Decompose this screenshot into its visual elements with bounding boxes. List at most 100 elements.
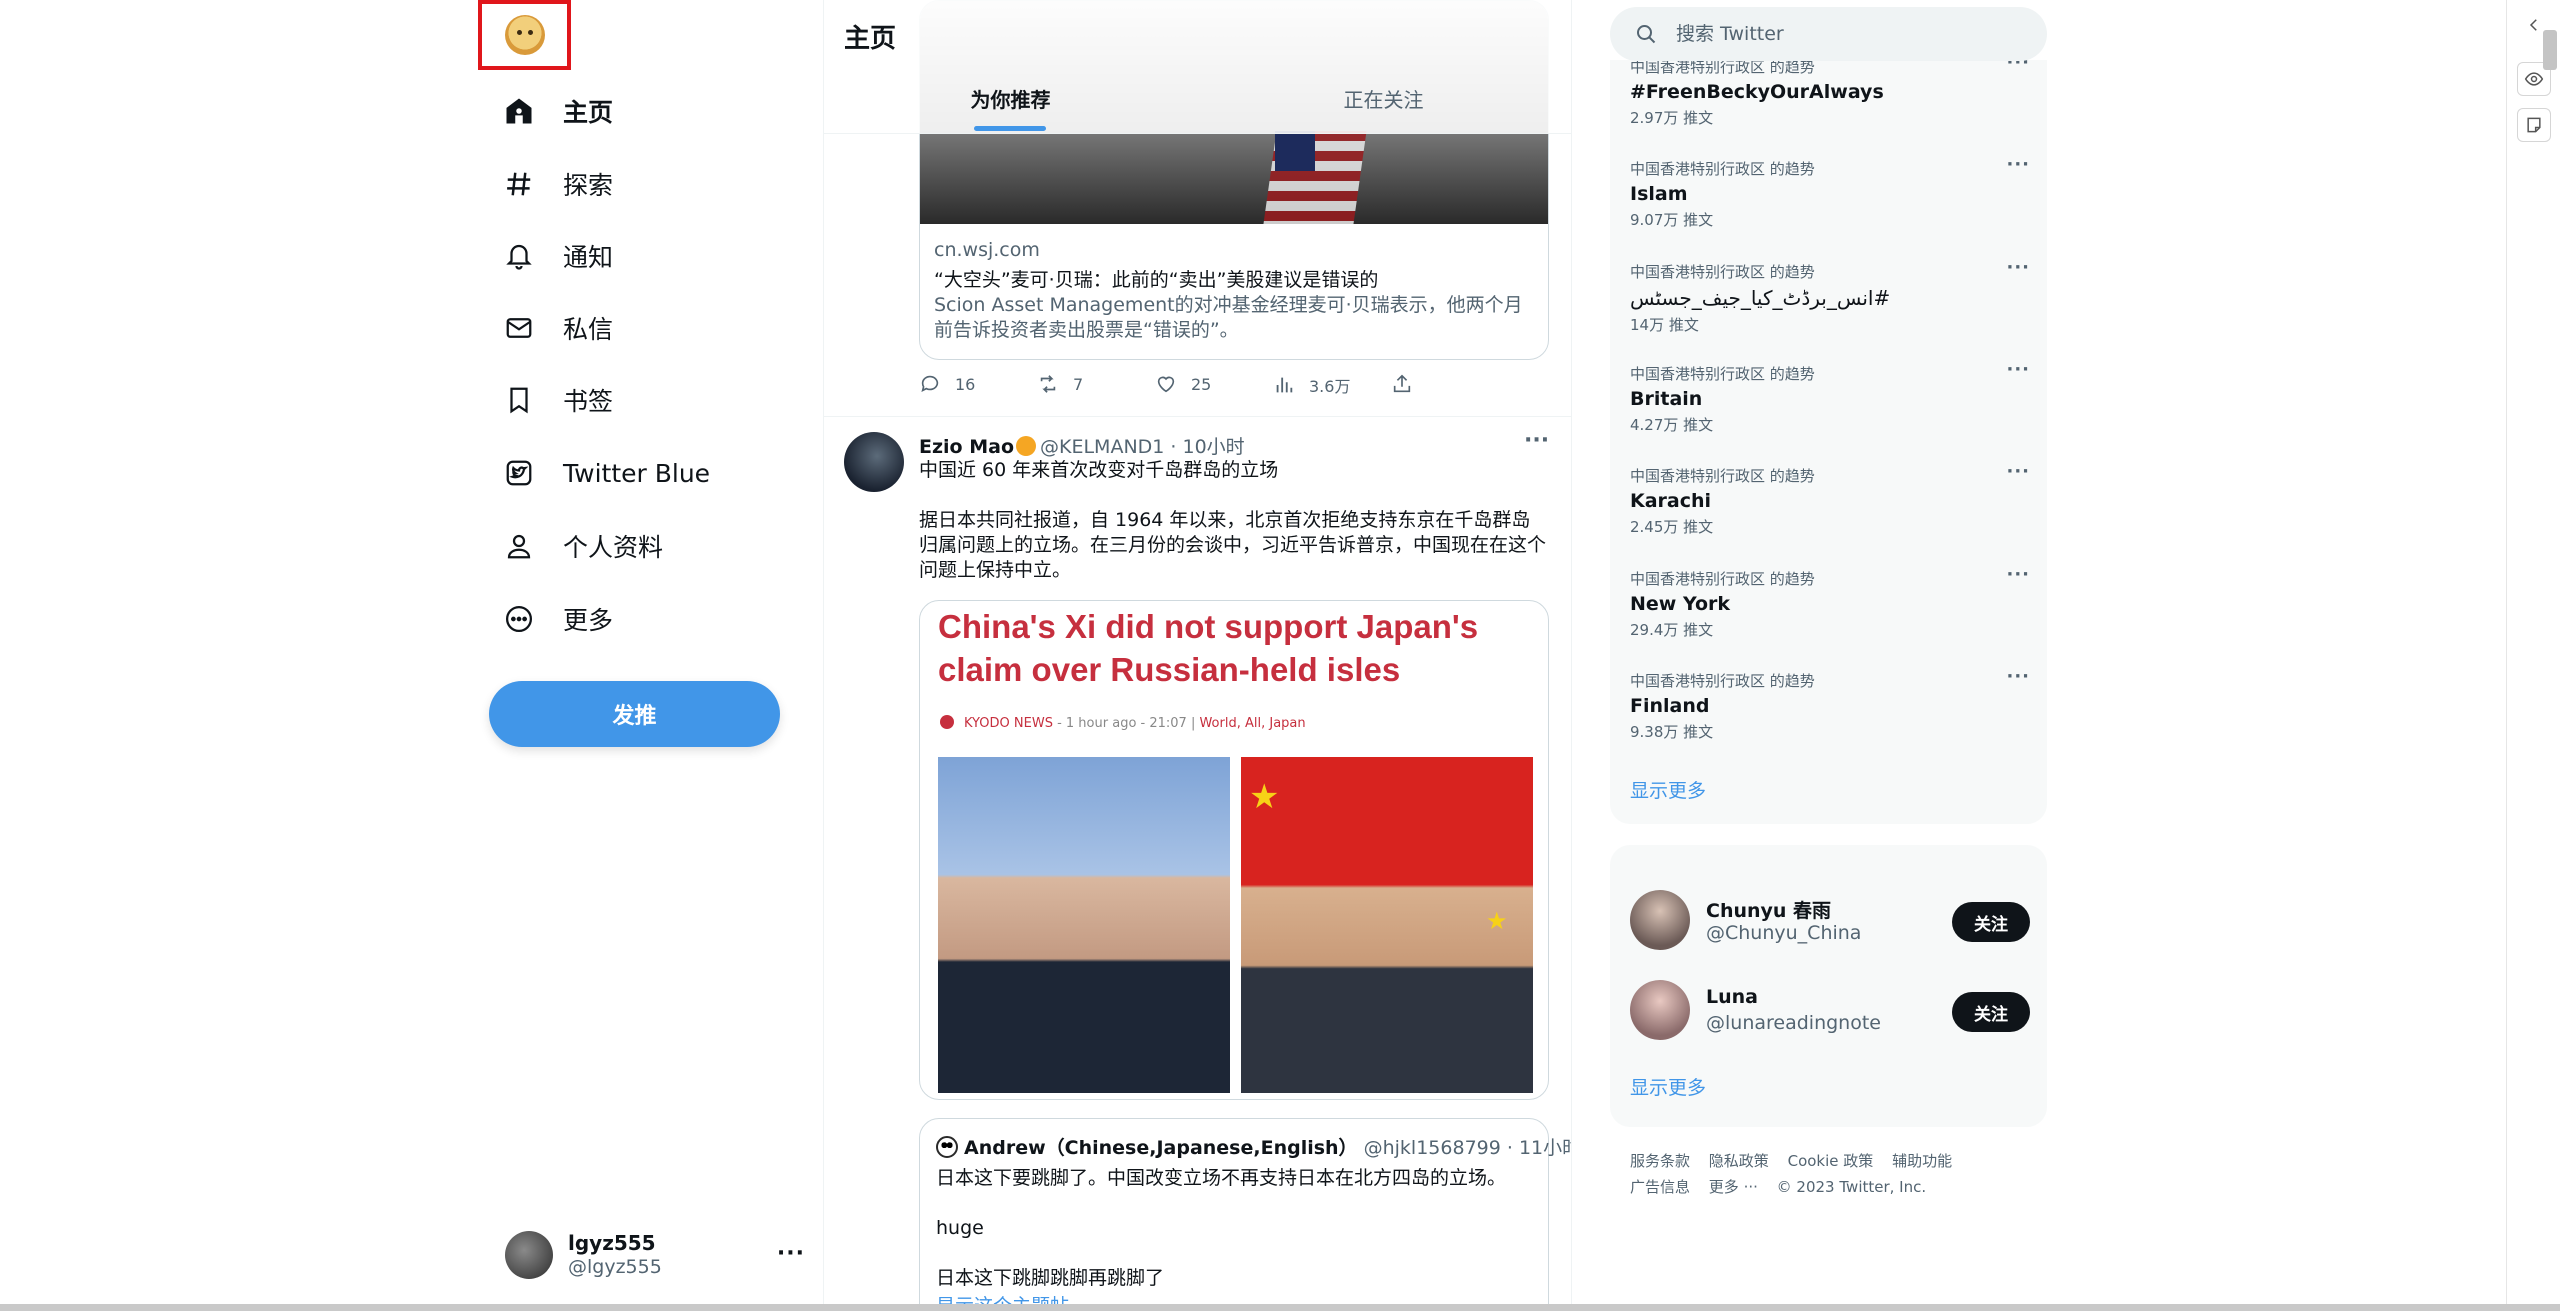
radiation-badge-icon [1016,436,1036,456]
post-tweet-button[interactable]: 发推 [489,681,780,747]
putin-photo [938,757,1230,1093]
footer-link-ads[interactable]: 广告信息 [1630,1174,1690,1200]
nav-label: 个人资料 [563,533,664,562]
account-name: lgyz555 [568,1231,656,1255]
nav-notifications[interactable]: 通知 [497,224,613,288]
nav-home[interactable]: 主页 [497,79,613,143]
footer-link-more[interactable]: 更多 ··· [1709,1174,1758,1200]
nav-profile[interactable]: 个人资料 [497,514,663,578]
trend-item[interactable]: 中国香港特别行政区 的趋势 New York 29.4万 推文 ··· [1630,564,2030,640]
nav-twitter-blue[interactable]: Twitter Blue [497,441,710,505]
tweet-time[interactable]: · 10小时 [1170,436,1244,458]
trends-show-more-link[interactable]: 显示更多 [1630,776,1706,803]
author-name[interactable]: Ezio Mao [919,436,1014,458]
tweet-media-image[interactable]: China's Xi did not support Japan's claim… [919,600,1549,1100]
more-options-icon[interactable]: ··· [777,1241,805,1266]
footer-link-privacy[interactable]: 隐私政策 [1709,1148,1769,1174]
views-button[interactable]: 3.6万 [1273,373,1350,397]
note-icon[interactable] [2517,108,2551,142]
nav-label: 通知 [563,243,614,272]
tweet-divider [824,416,1571,417]
doge-logo-highlight-box[interactable] [478,0,571,70]
follow-button[interactable]: 关注 [1952,992,2030,1032]
follow-suggestion[interactable]: Chunyu 春雨 @Chunyu_China 关注 [1630,890,2030,954]
account-handle: @lgyz555 [568,1256,662,1278]
more-options-icon[interactable]: ··· [2006,257,2030,278]
reply-button[interactable]: 16 [919,373,975,395]
trend-item[interactable]: 中国香港特别行政区 的趋势 Islam 9.07万 推文 ··· [1630,154,2030,230]
trend-count: 4.27万 推文 [1630,416,1714,434]
retweet-count: 7 [1073,374,1084,394]
who-show-more-link[interactable]: 显示更多 [1630,1073,1706,1100]
trend-item[interactable]: 中国香港特别行政区 的趋势 #انس_برڈٹ_کیا_جیف_جسٹس 14万… [1630,257,2030,335]
trend-count: 14万 推文 [1630,316,1699,334]
trend-count: 9.38万 推文 [1630,723,1714,741]
left-sidebar: 主页 探索 通知 私信 书签 Twitter Blue 个人资料 更多 发推 l… [0,0,823,1311]
more-options-icon[interactable]: ··· [1524,428,1549,453]
trend-context: 中国香港特别行政区 的趋势 [1630,467,1815,485]
active-tab-indicator [974,126,1046,131]
nav-label: 书签 [563,387,614,416]
tab-following[interactable]: 正在关注 [1197,84,1570,113]
trend-item[interactable]: 中国香港特别行政区 的趋势 Britain 4.27万 推文 ··· [1630,359,2030,435]
footer-copyright: © 2023 Twitter, Inc. [1776,1178,1927,1196]
trend-item[interactable]: 中国香港特别行政区 的趋势 Finland 9.38万 推文 ··· [1630,666,2030,742]
trend-item[interactable]: 中国香港特别行政区 的趋势 Karachi 2.45万 推文 ··· [1630,461,2030,537]
bell-icon [497,234,541,278]
panda-avatar-icon [936,1136,958,1158]
nav-more[interactable]: 更多 [497,587,613,651]
trend-context: 中国香港特别行政区 的趋势 [1630,672,1815,690]
trend-item[interactable]: 中国香港特别行政区 的趋势 #FreenBeckyOurAlways 2.97万… [1630,52,2030,128]
bookmark-icon [497,378,541,422]
nav-label: 私信 [563,315,614,344]
nav-bookmarks[interactable]: 书签 [497,368,613,432]
trend-name: #انس_برڈٹ_کیا_جیف_جسٹس [1630,286,1891,310]
tweet-text: 中国近 60 年来首次改变对千岛群岛的立场 据日本共同社报道，自 1964 年以… [919,458,1549,608]
follow-suggestion[interactable]: Luna @lunareadingnote 关注 [1630,980,2030,1044]
retweet-button[interactable]: 7 [1037,373,1083,395]
image-headline: China's Xi did not support Japan's claim… [938,608,1479,688]
horizontal-scrollbar[interactable] [0,1304,2560,1311]
more-options-icon[interactable]: ··· [2006,461,2030,482]
mail-icon [497,306,541,350]
tweet-text-line: 中国近 60 年来首次改变对千岛群岛的立场 [919,459,1279,481]
footer-link-cookie[interactable]: Cookie 政策 [1788,1148,1874,1174]
nav-messages[interactable]: 私信 [497,296,613,360]
browser-side-panel [2506,0,2560,1311]
search-input[interactable] [1676,23,2016,45]
scrollbar-thumb[interactable] [2543,30,2557,70]
home-icon [497,89,541,133]
more-options-icon[interactable]: ··· [2006,666,2030,687]
avatar[interactable] [844,432,904,492]
twitter-blue-icon [497,451,541,495]
share-button[interactable] [1391,373,1427,395]
share-icon [1393,374,1411,393]
quote-line: 日本这下跳脚跳脚再跳脚了 [936,1267,1165,1289]
footer-link-terms[interactable]: 服务条款 [1630,1148,1690,1174]
nav-label: 更多 [563,606,614,635]
more-options-icon[interactable]: ··· [2006,154,2030,175]
like-count: 25 [1191,374,1212,394]
follow-button[interactable]: 关注 [1952,902,2030,942]
author-handle[interactable]: @KELMAND1 [1040,436,1164,458]
search-bar[interactable] [1610,7,2047,61]
column-divider [1571,0,1572,1311]
view-count: 3.6万 [1309,377,1351,396]
quote-line: 日本这下要跳脚了。中国改变立场不再支持日本在北方四岛的立场。 [936,1167,1507,1189]
more-options-icon[interactable]: ··· [2006,359,2030,380]
like-button[interactable]: 25 [1155,373,1211,395]
quote-author-handle: @hjkl1568799 [1363,1137,1501,1159]
tweet-actions: 16 7 25 3.6万 [919,373,1479,403]
profile-icon [497,524,541,568]
more-options-icon[interactable]: ··· [2006,564,2030,585]
account-switcher[interactable]: lgyz555 @lgyz555 ··· [505,1225,805,1285]
doge-logo-icon[interactable] [504,15,545,55]
link-domain: cn.wsj.com [934,239,1040,261]
quoted-tweet[interactable]: Andrew（Chinese,Japanese,English） @hjkl15… [919,1118,1571,1311]
nav-explore[interactable]: 探索 [497,152,613,216]
footer-link-accessibility[interactable]: 辅助功能 [1892,1148,1952,1174]
more-circle-icon [497,597,541,641]
trends-panel: 中国香港特别行政区 的趋势 #FreenBeckyOurAlways 2.97万… [1610,52,2047,824]
trend-name: Islam [1630,183,1688,205]
tab-for-you[interactable]: 为你推荐 [824,84,1197,113]
